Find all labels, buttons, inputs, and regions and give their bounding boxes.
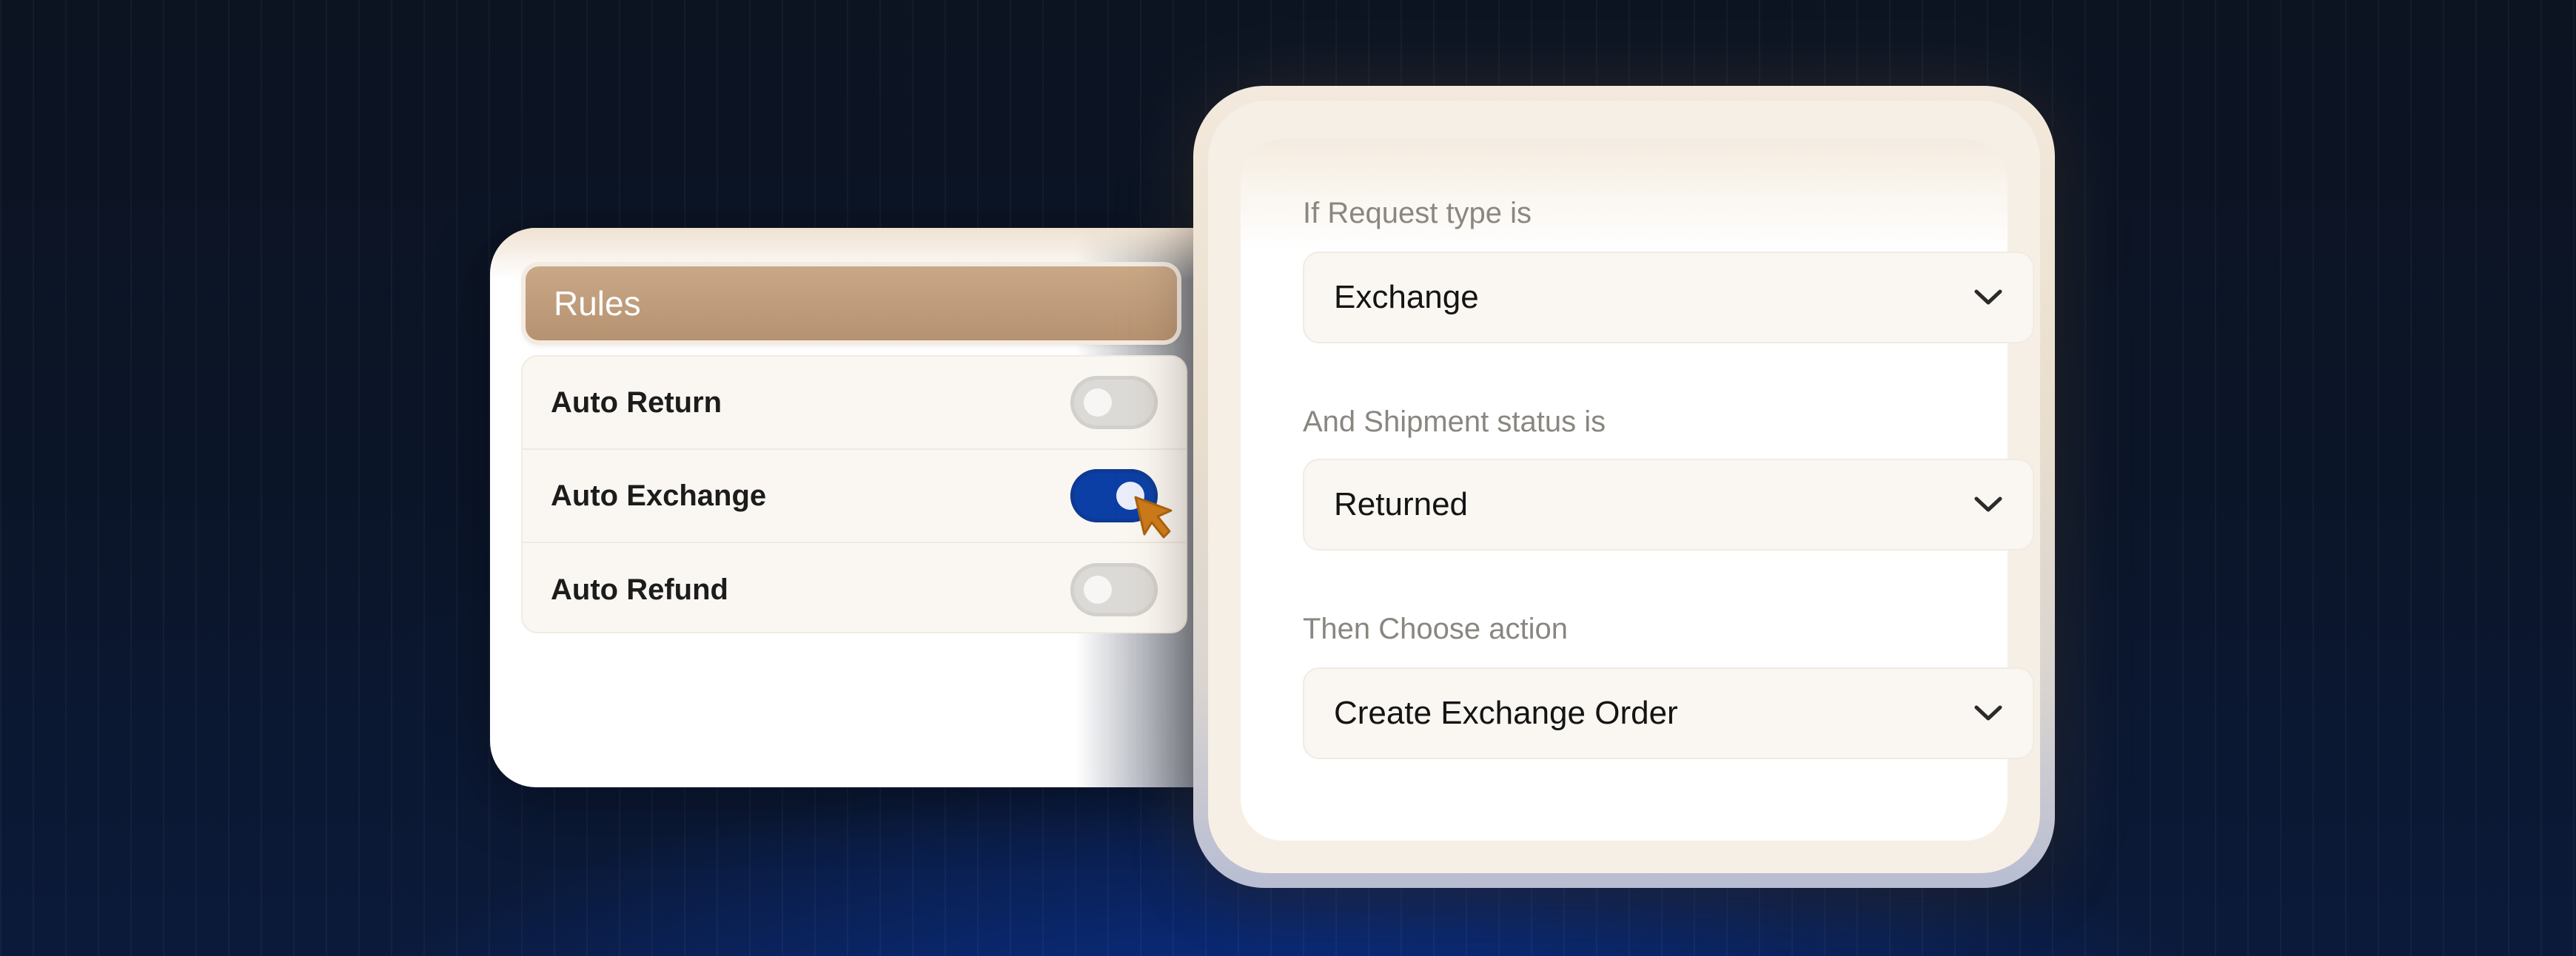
conditions-panel: If Request type is Exchange And Shipment… (1241, 139, 2034, 841)
shipment-status-label: And Shipment status is (1303, 405, 1606, 438)
action-select[interactable]: Create Exchange Order (1303, 667, 2034, 759)
shipment-status-select[interactable]: Returned (1303, 459, 2034, 551)
chevron-down-icon (1974, 289, 2002, 305)
rule-label: Auto Refund (551, 573, 728, 606)
action-label: Then Choose action (1303, 613, 1569, 645)
toggle-knob (1084, 388, 1112, 417)
rule-row-auto-refund: Auto Refund (523, 543, 1186, 632)
rule-label: Auto Return (551, 386, 722, 419)
rule-row-auto-return: Auto Return (523, 357, 1186, 450)
request-type-label: If Request type is (1303, 197, 1532, 229)
rules-card: Rules Auto Return Auto Exchange Auto Ref… (490, 228, 1304, 787)
rule-label: Auto Exchange (551, 479, 767, 512)
auto-return-toggle[interactable] (1070, 376, 1158, 429)
conditions-card: If Request type is Exchange And Shipment… (1193, 86, 2055, 888)
chevron-down-icon (1974, 705, 2002, 721)
request-type-select[interactable]: Exchange (1303, 252, 2034, 343)
action-value: Create Exchange Order (1334, 695, 1678, 731)
chevron-down-icon (1974, 496, 2002, 512)
request-type-value: Exchange (1334, 279, 1479, 315)
rules-title: Rules (554, 284, 641, 323)
auto-refund-toggle[interactable] (1070, 563, 1158, 616)
pointer-cursor-icon (1134, 496, 1173, 539)
rules-list: Auto Return Auto Exchange Auto Refund (521, 355, 1187, 633)
rule-row-auto-exchange: Auto Exchange (523, 450, 1186, 543)
rules-header: Rules (526, 266, 1177, 340)
shipment-status-value: Returned (1334, 486, 1469, 522)
conditions-card-inner: If Request type is Exchange And Shipment… (1208, 101, 2040, 873)
toggle-knob (1084, 576, 1112, 604)
